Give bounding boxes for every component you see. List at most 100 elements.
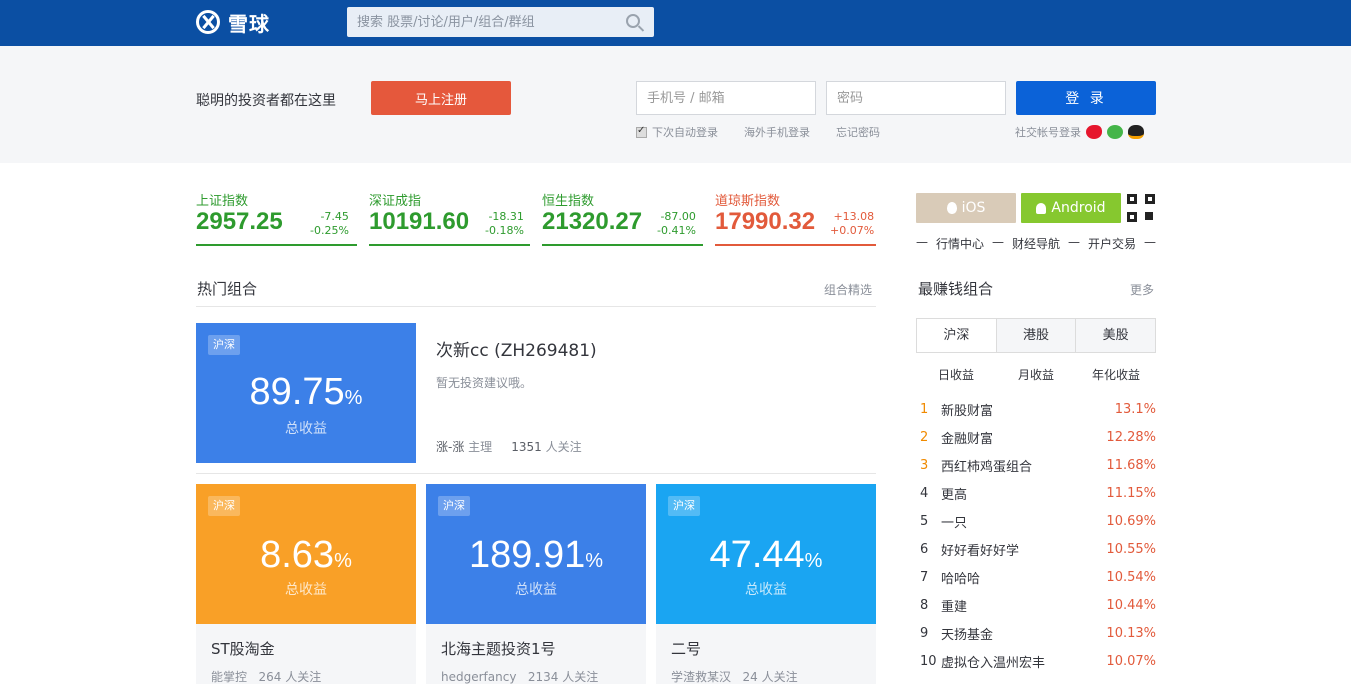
rank-number: 10 [920,653,937,669]
index-shenzhen[interactable]: 深证成指 10191.60 -18.31 -0.18% [369,190,530,246]
list-item[interactable]: 3 西红柿鸡蛋组合 11.68% [916,451,1156,479]
portfolio-card[interactable]: 沪深 189.91% 总收益 [426,484,646,624]
portfolio-name: 重建 [941,599,968,615]
password-field[interactable] [826,81,1006,115]
return-number: 47.44 [709,534,805,576]
tab-annual-return[interactable]: 年化收益 [1076,366,1156,383]
portfolio-card-info[interactable]: 二号 学渣救某汉 24 人关注 [656,624,876,684]
list-item[interactable]: 5 一只 10.69% [916,507,1156,535]
portfolio-meta: 能掌控 264 人关注 [211,668,321,685]
qq-icon[interactable] [1128,125,1144,139]
social-login: 社交帐号登录 [1015,124,1144,140]
android-app-button[interactable]: Android [1021,193,1121,223]
portfolio-card-info[interactable]: ST股淘金 能掌控 264 人关注 [196,624,416,684]
list-item[interactable]: 8 重建 10.44% [916,591,1156,619]
auto-login-option[interactable]: 下次自动登录 [636,124,718,140]
ios-label: iOS [961,200,986,216]
dash-separator: — [991,235,1004,249]
top-nav-bar: 雪球 [0,0,1351,46]
index-price: 21320.27 [542,208,643,235]
rank-number: 8 [920,597,929,613]
market-tag: 沪深 [208,496,240,516]
portfolio-card[interactable]: 沪深 8.63% 总收益 [196,484,416,624]
list-item[interactable]: 2 金融财富 12.28% [916,423,1156,451]
index-name: 恒生指数 [542,194,595,209]
list-item[interactable]: 10 虚拟仓入温州宏丰 10.07% [916,647,1156,675]
forgot-password-link[interactable]: 忘记密码 [836,124,880,140]
index-change-pct: +0.07% [830,224,875,237]
social-login-label: 社交帐号登录 [1015,126,1081,139]
return-label: 总收益 [745,582,787,598]
list-item[interactable]: 9 天扬基金 10.13% [916,619,1156,647]
tab-monthly-return[interactable]: 月收益 [996,366,1076,383]
tab-us[interactable]: 美股 [1075,319,1156,352]
auto-login-label: 下次自动登录 [652,126,718,139]
index-name: 道琼斯指数 [715,194,781,209]
android-icon [1036,202,1047,214]
featured-portfolio-desc: 暂无投资建议哦。 [436,376,533,390]
index-change: -7.45 -0.25% [310,210,349,238]
owner-role: 主理 [468,440,493,454]
market-center-link[interactable]: 行情中心 [936,235,984,252]
list-item[interactable]: 4 更高 11.15% [916,479,1156,507]
featured-portfolio-card[interactable]: 沪深 89.75% 总收益 [196,323,416,463]
return-value: 89.75% [196,371,416,414]
portfolio-name: 新股财富 [941,403,994,419]
tab-hushen[interactable]: 沪深 [917,319,996,352]
rank-number: 2 [920,429,929,445]
phone-email-field[interactable] [636,81,816,115]
portfolio-picks-link[interactable]: 组合精选 [824,281,872,298]
snowball-logo-icon [196,10,220,34]
index-change: -87.00 -0.41% [657,210,696,238]
return-number: 8.63 [260,534,335,576]
featured-portfolio-name[interactable]: 次新cc (ZH269481) [436,336,597,361]
list-item[interactable]: 1 新股财富 13.1% [916,395,1156,423]
index-name: 上证指数 [196,194,249,209]
owner-name[interactable]: 涨-涨 [436,440,464,454]
portfolio-card-info[interactable]: 北海主题投资1号 hedgerfancy 2134 人关注 [426,624,646,684]
portfolio-name: 好好看好好学 [941,543,1020,559]
login-button[interactable]: 登 录 [1016,81,1156,115]
index-hangseng[interactable]: 恒生指数 21320.27 -87.00 -0.41% [542,190,703,246]
return-label: 总收益 [285,582,327,598]
site-logo[interactable]: 雪球 [196,8,270,36]
tab-hk[interactable]: 港股 [995,319,1076,352]
portfolio-name: 西红柿鸡蛋组合 [941,459,1033,475]
qr-code-icon[interactable] [1127,194,1155,222]
portfolio-meta: 学渣救某汉 24 人关注 [671,668,798,685]
auto-login-checkbox[interactable] [636,125,647,138]
market-tag: 沪深 [208,335,240,355]
market-tabs: 沪深 港股 美股 [916,318,1156,353]
weibo-icon[interactable] [1086,125,1102,139]
followers-label: 人关注 [545,440,582,454]
slogan: 聪明的投资者都在这里 [196,93,336,109]
open-account-link[interactable]: 开户交易 [1088,235,1136,252]
wechat-icon[interactable] [1107,125,1123,139]
register-button[interactable]: 马上注册 [371,81,511,115]
section-divider [196,473,876,474]
search-input[interactable] [347,7,617,37]
rank-number: 5 [920,513,929,529]
finance-nav-link[interactable]: 财经导航 [1012,235,1060,252]
android-label: Android [1051,200,1106,216]
index-name: 深证成指 [369,194,422,209]
portfolio-return: 10.44% [1106,597,1156,613]
index-dowjones[interactable]: 道琼斯指数 17990.32 +13.08 +0.07% [715,190,876,246]
section-divider [196,306,876,307]
return-value: 189.91% [426,534,646,577]
rank-number: 7 [920,569,929,585]
top-earning-more-link[interactable]: 更多 [1130,281,1154,298]
search-icon[interactable] [626,14,640,28]
index-change-pct: -0.18% [485,224,524,237]
ios-app-button[interactable]: iOS [916,193,1016,223]
list-item[interactable]: 6 好好看好好学 10.55% [916,535,1156,563]
list-item[interactable]: 7 哈哈哈 10.54% [916,563,1156,591]
portfolio-return: 11.68% [1106,457,1156,473]
followers-label: 人关注 [562,670,599,684]
tab-daily-return[interactable]: 日收益 [916,366,996,383]
index-shanghai[interactable]: 上证指数 2957.25 -7.45 -0.25% [196,190,357,246]
return-unit: % [804,550,823,572]
portfolio-card[interactable]: 沪深 47.44% 总收益 [656,484,876,624]
return-period-tabs: 日收益 月收益 年化收益 [916,366,1156,383]
overseas-login-link[interactable]: 海外手机登录 [744,124,810,140]
